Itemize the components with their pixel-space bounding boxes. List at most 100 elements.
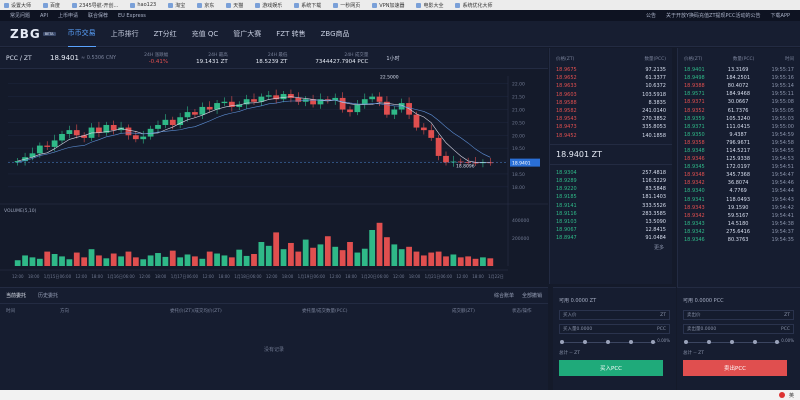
- statement-link[interactable]: 综合账单: [494, 292, 514, 299]
- slider-dot-0[interactable]: [560, 339, 564, 344]
- ask-row[interactable]: 18.9473 335.8053: [550, 123, 672, 131]
- tab-current-orders[interactable]: 当前委托: [6, 292, 26, 299]
- slider-dot-75[interactable]: [753, 339, 757, 344]
- bid-row[interactable]: 18.9185 181.1403: [550, 193, 672, 201]
- volume-bar: [361, 248, 368, 266]
- bookmark-item[interactable]: 京东: [197, 2, 214, 9]
- stat-high-value: 19.1431 ZT: [196, 58, 228, 65]
- buy-price-input[interactable]: 买入价 ZT: [559, 310, 670, 320]
- trade-price: 18.9371: [684, 99, 705, 106]
- bid-row[interactable]: 18.8947 91.0484: [550, 234, 672, 242]
- candle-body: [162, 119, 169, 125]
- top-nav-listing[interactable]: 上币申请: [58, 12, 78, 19]
- ime-label[interactable]: 英: [789, 392, 794, 399]
- sell-price-input[interactable]: 卖出价 ZT: [683, 310, 794, 320]
- ask-row[interactable]: 18.9452 140.1858: [550, 132, 672, 140]
- nav-zt-dividend[interactable]: ZT分红: [154, 21, 177, 47]
- input-method-icon[interactable]: [778, 392, 785, 398]
- ask-row[interactable]: 18.9603 103.5918: [550, 91, 672, 99]
- bookmark-item[interactable]: VPN加速器: [372, 2, 404, 9]
- bid-row[interactable]: 18.9141 333.5526: [550, 201, 672, 209]
- book-more-link[interactable]: 更多: [550, 242, 672, 253]
- trade-amount: 19.1590: [727, 204, 749, 211]
- slider-dot-0[interactable]: [684, 339, 688, 344]
- tab-order-history[interactable]: 历史委托: [38, 292, 58, 299]
- chart-svg[interactable]: 22.0021.5021.0020.5020.0019.5019.0018.50…: [0, 70, 548, 286]
- ask-row[interactable]: 18.9582 241.0140: [550, 107, 672, 115]
- slider-dot-100[interactable]: [775, 339, 779, 344]
- sell-button[interactable]: 卖出PCC: [683, 360, 787, 376]
- kline-chart[interactable]: 22.0021.5021.0020.5020.0019.5019.0018.50…: [0, 70, 548, 286]
- bid-row[interactable]: 18.9067 12.8415: [550, 226, 672, 234]
- buy-amount-input[interactable]: 买入量0.0000 PCC: [559, 324, 670, 334]
- sell-amount-input[interactable]: 卖出量0.0000 PCC: [683, 324, 794, 334]
- slider-dot-100[interactable]: [651, 339, 655, 344]
- pair-selector[interactable]: PCC / ZT: [6, 55, 46, 62]
- volume-bar: [428, 252, 435, 266]
- volume-bar: [465, 256, 472, 266]
- volume-bar: [398, 249, 405, 266]
- ask-row[interactable]: 18.9675 97.2135: [550, 66, 672, 74]
- cancel-all-link[interactable]: 全部撤销: [522, 292, 542, 299]
- interval-selector[interactable]: 1小时: [386, 55, 399, 62]
- volume-axis-tick: 400000: [512, 218, 529, 224]
- trade-amount: 184.9468: [726, 91, 751, 98]
- ask-row[interactable]: 18.9652 61.3377: [550, 74, 672, 82]
- top-nav-api[interactable]: API: [40, 13, 48, 19]
- volume-bar: [243, 255, 250, 266]
- bookmark-item[interactable]: hao123: [130, 2, 156, 8]
- slider-dot-75[interactable]: [629, 339, 633, 344]
- bookmark-item[interactable]: 系统优化大师: [455, 2, 493, 9]
- slider-dot-25[interactable]: [583, 339, 587, 344]
- nav-deposit-qc[interactable]: 充值 QC: [192, 21, 219, 47]
- bookmark-item[interactable]: 百度: [43, 2, 60, 9]
- x-axis-tick: 12:00: [202, 274, 214, 279]
- bid-row[interactable]: 18.9289 116.5229: [550, 177, 672, 185]
- top-nav-express[interactable]: EU Express: [118, 13, 146, 19]
- bookmark-item[interactable]: 电影大全: [416, 2, 443, 9]
- download-app-link[interactable]: 下载APP: [771, 12, 790, 19]
- sell-percent-slider[interactable]: 0.00%: [683, 338, 794, 346]
- trade-price: 18.9343: [684, 204, 705, 211]
- trade-row: 18.9348 345.7368 19:54:47: [678, 171, 800, 179]
- bid-row[interactable]: 18.9220 83.5848: [550, 185, 672, 193]
- ask-row[interactable]: 18.9588 8.3835: [550, 99, 672, 107]
- candle-body: [251, 99, 257, 102]
- bookmark-item[interactable]: 一秒网页: [333, 2, 360, 9]
- buy-percent-slider[interactable]: 0.00%: [559, 338, 670, 346]
- book-amount: 241.0140: [642, 108, 666, 115]
- candle-body: [413, 114, 420, 128]
- notice-link[interactable]: 公告: [646, 12, 656, 19]
- bid-row[interactable]: 18.9103 13.5090: [550, 218, 672, 226]
- slider-dot-25[interactable]: [707, 339, 711, 344]
- volume-bar: [36, 258, 43, 266]
- bookmark-item[interactable]: 设置大师: [4, 2, 31, 9]
- trade-time: 19:55:11: [771, 91, 794, 98]
- ask-row[interactable]: 18.9543 270.3852: [550, 115, 672, 123]
- bid-row[interactable]: 18.9304 257.4818: [550, 169, 672, 177]
- bid-row[interactable]: 18.9116 283.3585: [550, 210, 672, 218]
- sell-percent: 0.00%: [781, 338, 794, 343]
- bookmark-item[interactable]: 2345导航-开创...: [72, 2, 118, 9]
- buy-button[interactable]: 买入PCC: [559, 360, 663, 376]
- ask-row[interactable]: 18.9633 10.6372: [550, 82, 672, 90]
- top-nav-faq[interactable]: 常见问题: [10, 12, 30, 19]
- notice-text[interactable]: 关于开放Y换码充值ZT提现PCC活动的公告: [666, 12, 761, 19]
- bookmark-item[interactable]: 淘宝: [168, 2, 185, 9]
- bookmark-item[interactable]: 系统下载: [294, 2, 321, 9]
- slider-dot-50[interactable]: [730, 339, 734, 344]
- top-nav-sponsor[interactable]: 联合保荐: [88, 12, 108, 19]
- nav-contest[interactable]: 管广大赛: [233, 21, 261, 47]
- nav-spot-trading[interactable]: 币币交易: [67, 20, 96, 47]
- nav-zbg-goods[interactable]: ZBG商品: [321, 21, 350, 47]
- bookmark-label: 淘宝: [175, 2, 186, 9]
- x-axis-tick: 18:00: [282, 274, 294, 279]
- nav-fzt-resale[interactable]: FZT 转售: [276, 21, 305, 47]
- logo[interactable]: ZBG: [10, 27, 41, 41]
- x-axis-tick: 06:00: [441, 274, 453, 279]
- slider-dot-50[interactable]: [606, 339, 610, 344]
- nav-listing-rank[interactable]: 上币排行: [111, 21, 139, 47]
- book-price: 18.9141: [556, 202, 577, 209]
- bookmark-item[interactable]: 游戏娱乐: [255, 2, 282, 9]
- bookmark-item[interactable]: 天猫: [226, 2, 243, 9]
